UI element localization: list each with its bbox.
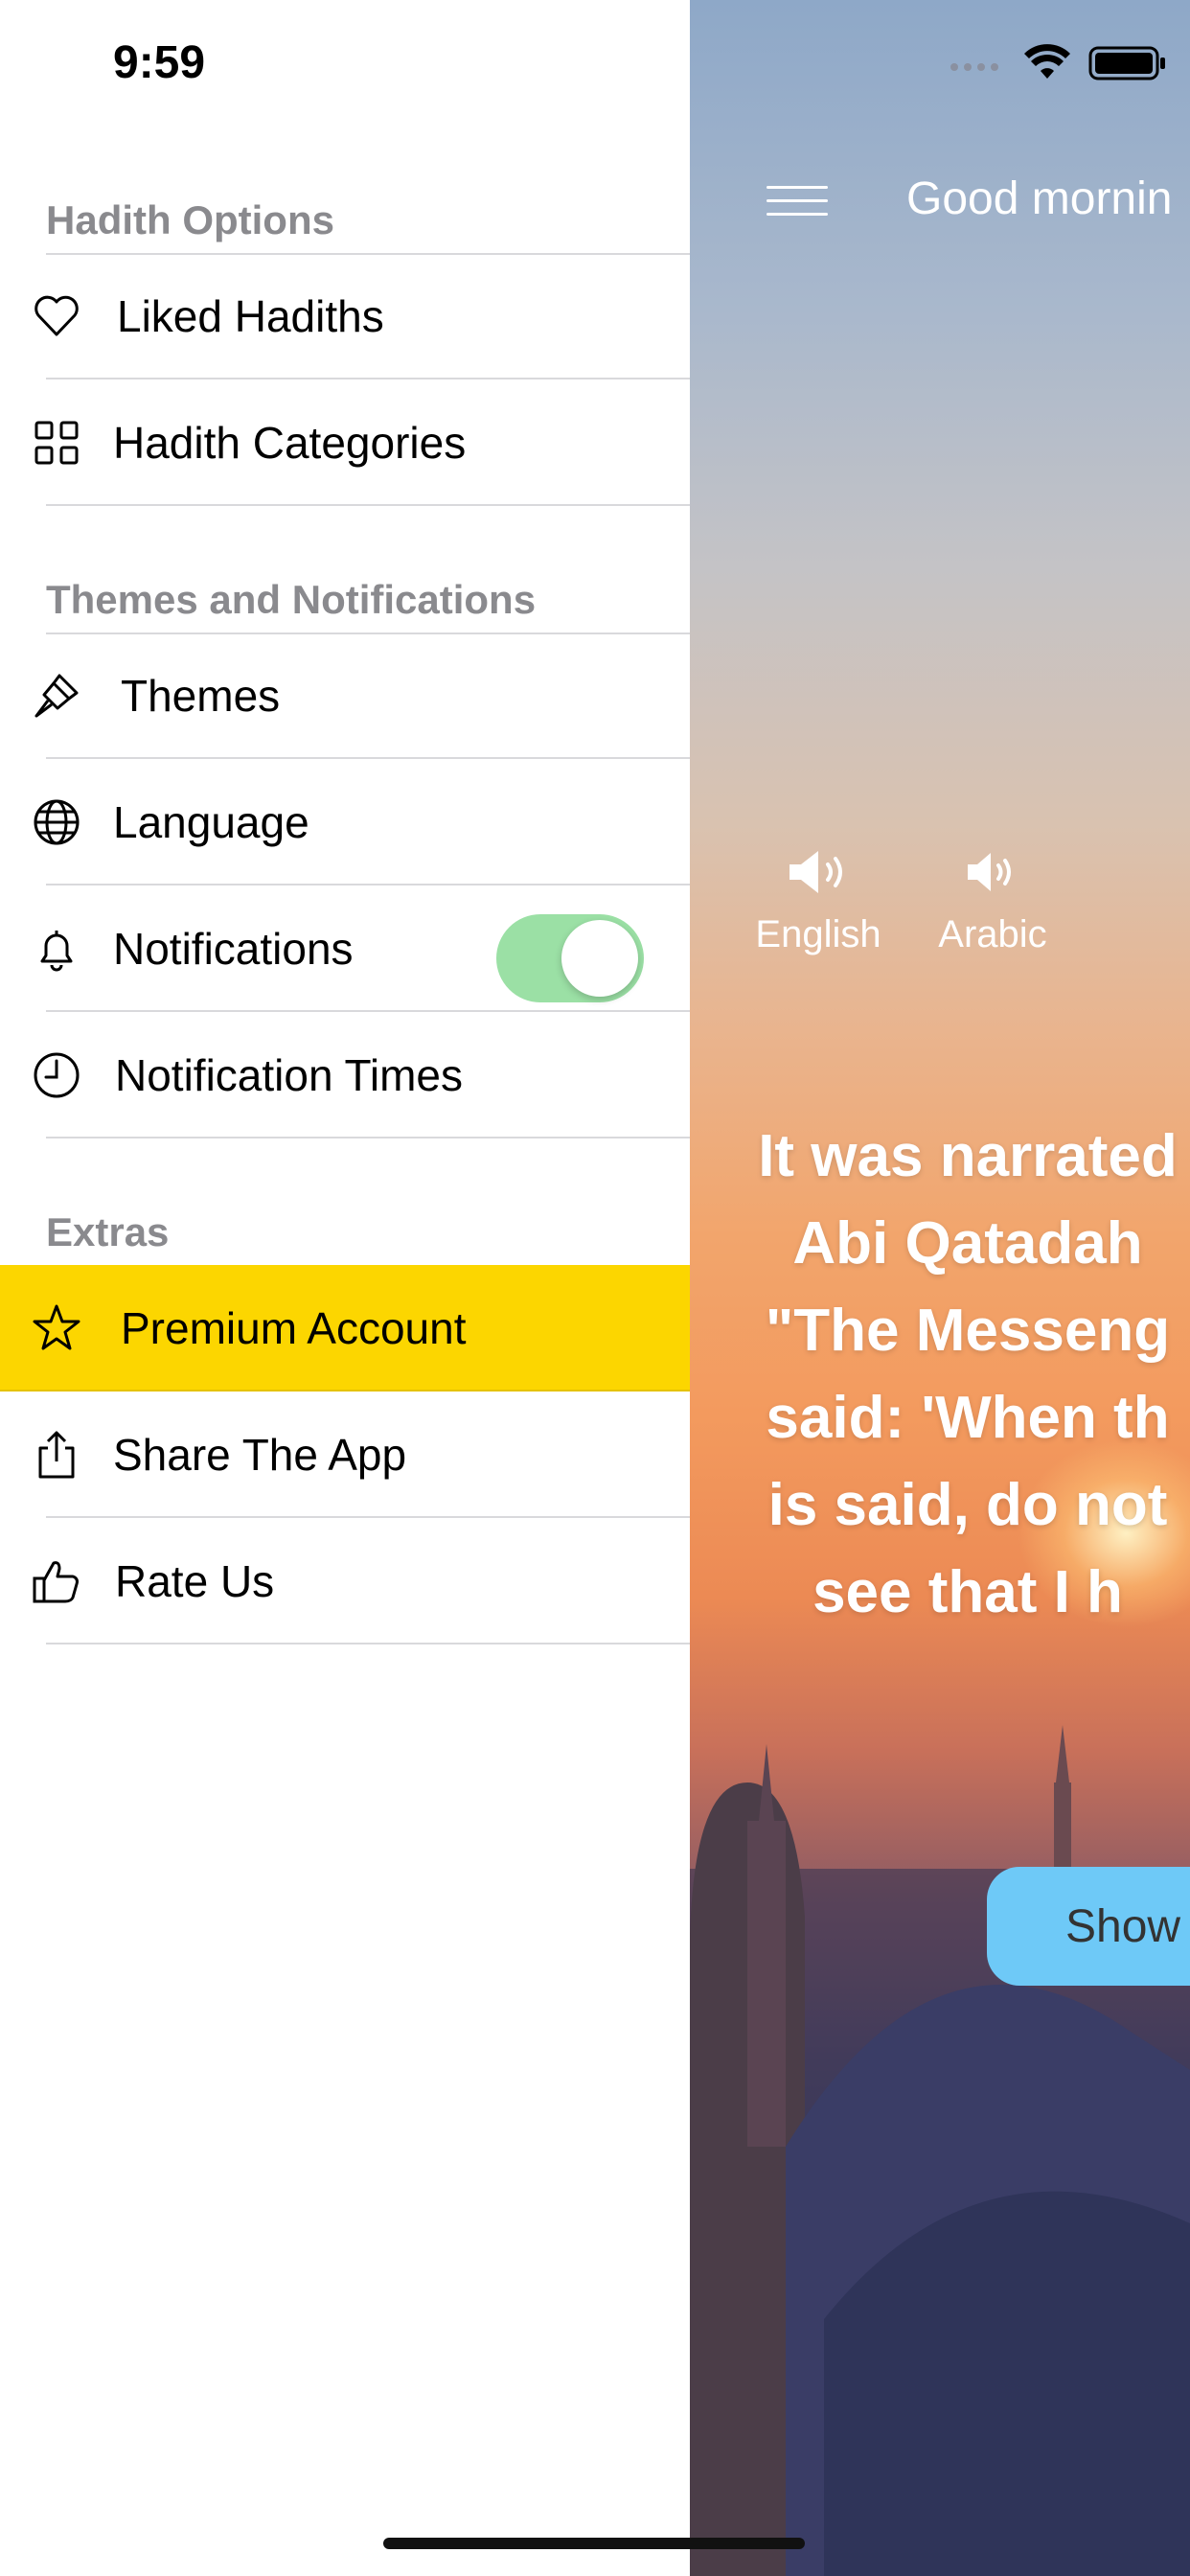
main-screen: Good mornin English Arabic It was narrat… xyxy=(690,0,1190,2576)
globe-icon xyxy=(34,799,80,845)
arabic-label: Arabic xyxy=(938,913,1047,955)
menu-item-label: Premium Account xyxy=(121,1303,467,1353)
menu-item-label: Share The App xyxy=(113,1430,407,1480)
menu-item-label: Hadith Categories xyxy=(113,418,467,468)
menu-item-liked-hadiths[interactable]: Liked Hadiths xyxy=(0,253,690,380)
menu-item-label: Notification Times xyxy=(115,1050,464,1100)
menu-item-label: Liked Hadiths xyxy=(117,291,384,341)
menu-item-notification-times[interactable]: Notification Times xyxy=(0,1012,690,1138)
toggle-knob xyxy=(561,920,638,997)
menu-item-label: Rate Us xyxy=(115,1556,275,1606)
divider xyxy=(46,504,690,506)
star-icon xyxy=(33,1304,80,1350)
menu-item-premium-account[interactable]: Premium Account xyxy=(0,1265,690,1392)
show-button[interactable]: Show xyxy=(987,1867,1190,1986)
english-label: English xyxy=(755,913,881,955)
paintbrush-icon xyxy=(34,674,79,718)
hadith-text-container: It was narrated Abi Qatadah "The Messeng… xyxy=(709,1025,1190,1723)
notifications-toggle[interactable] xyxy=(496,914,644,1002)
speaker-icon xyxy=(790,851,842,893)
menu-icon[interactable] xyxy=(767,186,828,220)
share-icon xyxy=(38,1431,75,1479)
side-drawer: 9:59 Hadith Options Liked Hadiths Hadith… xyxy=(0,0,690,2576)
home-indicator[interactable] xyxy=(383,2538,805,2549)
section-header-extras: Extras xyxy=(46,1209,170,1254)
menu-item-rate-us[interactable]: Rate Us xyxy=(0,1518,690,1644)
play-arabic-button[interactable]: Arabic xyxy=(916,843,1069,956)
show-button-label: Show xyxy=(1065,1900,1181,1952)
divider xyxy=(46,1137,690,1138)
clock-icon xyxy=(34,1052,80,1098)
section-header-hadith-options: Hadith Options xyxy=(46,197,334,242)
heart-icon xyxy=(34,295,79,336)
divider xyxy=(46,1643,690,1644)
status-icons xyxy=(949,44,1167,82)
greeting-title: Good mornin xyxy=(906,173,1173,224)
grid-icon xyxy=(34,421,79,465)
menu-item-themes[interactable]: Themes xyxy=(0,632,690,759)
menu-item-label: Notifications xyxy=(113,924,354,974)
battery-icon xyxy=(1088,46,1165,80)
menu-item-language[interactable]: Language xyxy=(0,759,690,886)
menu-item-label: Themes xyxy=(121,671,281,721)
signal-icon xyxy=(950,63,998,71)
menu-item-share-app[interactable]: Share The App xyxy=(0,1392,690,1518)
thumbs-up-icon xyxy=(33,1561,79,1603)
menu-item-notifications: Notifications xyxy=(0,886,690,1012)
section-header-themes-notifications: Themes and Notifications xyxy=(46,577,537,622)
wifi-icon xyxy=(1024,44,1070,79)
menu-item-label: Language xyxy=(113,797,309,847)
bell-icon xyxy=(40,931,73,972)
speaker-icon xyxy=(968,853,1011,891)
mosque-silhouette xyxy=(690,1725,1190,2576)
play-english-button[interactable]: English xyxy=(742,843,895,956)
status-time: 9:59 xyxy=(113,37,206,88)
menu-item-hadith-categories[interactable]: Hadith Categories xyxy=(0,380,690,506)
hadith-text: It was narrated Abi Qatadah "The Messeng… xyxy=(758,1123,1178,1625)
